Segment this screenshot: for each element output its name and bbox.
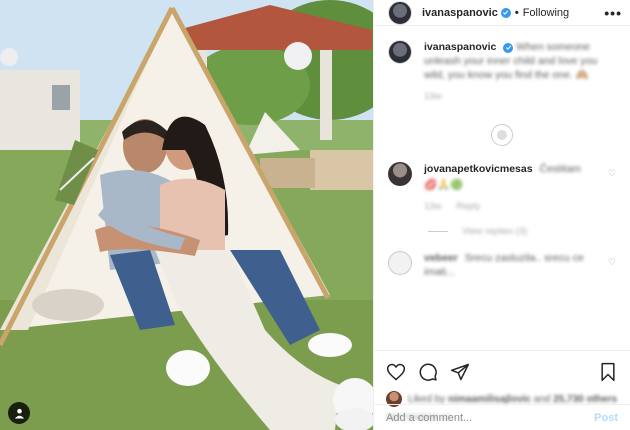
comment-like-icon[interactable]: ♡ (608, 168, 616, 179)
verified-badge-icon (500, 7, 511, 18)
instagram-post: ivanaspanovic • Following ••• ivanaspano… (0, 0, 630, 430)
following-button[interactable]: Following (523, 7, 569, 19)
bookmark-icon[interactable] (598, 362, 618, 382)
comment-item: jovanapetkovicmesas Čestitam 💋🙏🟢 13w Rep… (388, 162, 616, 214)
view-replies-button[interactable]: View replies (3) (428, 226, 616, 237)
comment-time[interactable]: 13w (424, 201, 441, 212)
likes-prefix: Liked by (408, 393, 446, 405)
post-comment-button[interactable]: Post (594, 412, 618, 424)
add-comment-bar: Post (374, 404, 630, 430)
comment-text: Čestitam (539, 163, 581, 175)
photo-scene (0, 0, 373, 430)
comments-section: ivanaspanovic When someone unleash your … (374, 26, 630, 350)
caption: ivanaspanovic When someone unleash your … (388, 40, 616, 104)
view-replies-label: View replies (3) (462, 226, 528, 237)
person-icon (14, 408, 24, 419)
comment-icon[interactable] (418, 362, 438, 382)
likes-and: and (533, 393, 551, 405)
author-avatar[interactable] (388, 0, 412, 25)
emoji-icon: 💋🙏🟢 (424, 179, 464, 191)
comment-username[interactable]: vebeer (424, 252, 458, 264)
tagged-user-icon[interactable] (8, 402, 30, 424)
comment-username[interactable]: jovanapetkovicmesas (424, 163, 533, 175)
post-side-panel: ivanaspanovic • Following ••• ivanaspano… (373, 0, 630, 430)
comment-like-icon[interactable]: ♡ (608, 257, 616, 268)
verified-badge-icon (503, 42, 514, 53)
liked-by-username[interactable]: nimaamilisajlovic (448, 394, 531, 405)
caption-avatar[interactable] (388, 40, 412, 64)
header-separator: • (514, 6, 519, 19)
reply-button[interactable]: Reply (456, 201, 480, 212)
caption-username[interactable]: ivanaspanovic (424, 41, 496, 53)
load-more-icon (491, 124, 513, 146)
post-photo[interactable] (0, 0, 373, 430)
caption-time[interactable]: 13w (424, 91, 441, 102)
add-comment-input[interactable] (386, 411, 595, 424)
comment-item: vebeer Srecu zasluzila.. srecu ce imati.… (388, 251, 616, 279)
post-header: ivanaspanovic • Following ••• (374, 0, 630, 26)
commenter-avatar[interactable] (388, 251, 412, 275)
likes-others-button[interactable]: 25,730 others (553, 394, 617, 405)
replies-divider (428, 231, 448, 232)
emoji-icon: 🙈 (575, 69, 589, 81)
author-username[interactable]: ivanaspanovic (422, 7, 498, 19)
heart-icon[interactable] (386, 362, 406, 382)
commenter-avatar[interactable] (388, 162, 412, 186)
load-more-comments-button[interactable] (388, 124, 616, 146)
send-icon[interactable] (450, 362, 470, 382)
more-options-icon[interactable]: ••• (604, 6, 622, 20)
